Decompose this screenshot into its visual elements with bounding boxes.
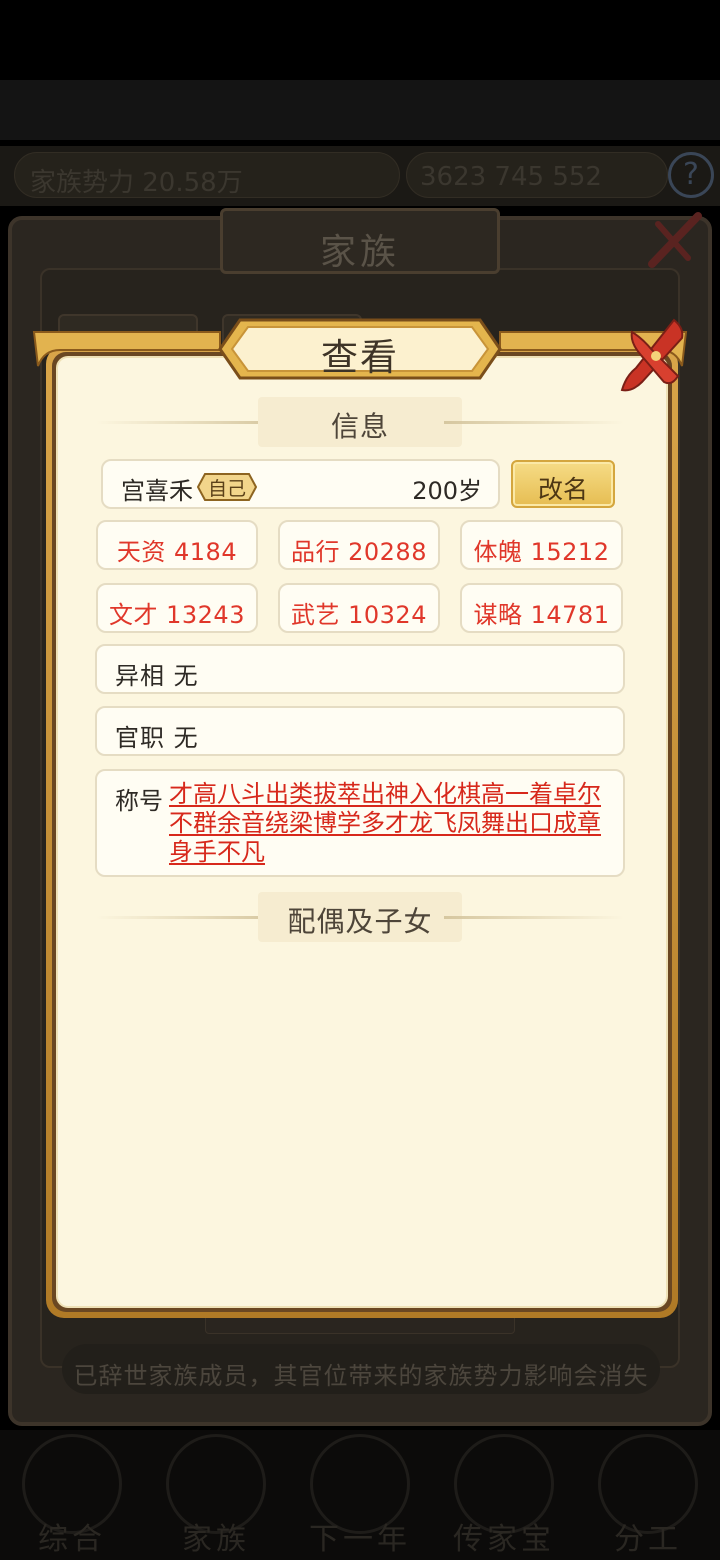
- help-icon[interactable]: ?: [668, 152, 714, 198]
- section-title-info: 信息: [330, 410, 389, 443]
- nav-item-next-year[interactable]: 下一年: [288, 1430, 432, 1560]
- title-item[interactable]: 余音绕梁: [217, 809, 313, 837]
- nav-label: 传家宝: [453, 1522, 555, 1557]
- self-tag-wrap: 自己: [197, 473, 257, 501]
- bg-close-icon: [648, 212, 702, 268]
- bg-family-power-text: 家族势力 20.58万: [30, 168, 243, 198]
- attr-label: 武艺 10324: [291, 601, 427, 629]
- section-plate: 配偶及子女: [258, 892, 462, 942]
- office-row: 官职 无: [95, 706, 625, 756]
- nav-label: 分工: [614, 1522, 682, 1557]
- rename-label: 改名: [537, 475, 588, 504]
- close-icon[interactable]: [612, 316, 692, 396]
- section-header-family: 配偶及子女: [96, 892, 624, 942]
- title-item[interactable]: 龙飞凤舞: [409, 809, 505, 837]
- title-item[interactable]: 身手不凡: [169, 838, 265, 866]
- title-item[interactable]: 才高八斗: [169, 780, 265, 808]
- dialog-title-wrap: 查看: [218, 318, 502, 380]
- title-item[interactable]: 出口成章: [505, 809, 601, 837]
- appearance-text: 异相 无: [115, 662, 199, 690]
- office-text: 官职 无: [115, 724, 199, 752]
- title-item[interactable]: 棋高一着: [457, 780, 553, 808]
- section-title-family: 配偶及子女: [287, 905, 433, 938]
- titles-label: 称号: [115, 787, 163, 815]
- section-header-info: 信息: [96, 397, 624, 447]
- nav-item-general[interactable]: 综合: [0, 1430, 144, 1560]
- attr-label: 文才 13243: [109, 601, 245, 629]
- appearance-row: 异相 无: [95, 644, 625, 694]
- divider-left: [96, 916, 276, 919]
- section-plate: 信息: [258, 397, 462, 447]
- attr-literacy: 文才 13243: [96, 583, 258, 633]
- divider-left: [96, 421, 276, 424]
- nav-label: 家族: [182, 1522, 250, 1557]
- nav-label: 综合: [38, 1522, 106, 1557]
- attr-martial: 武艺 10324: [278, 583, 440, 633]
- attr-label: 谋略 14781: [473, 601, 610, 629]
- nav-item-family[interactable]: 家族: [144, 1430, 288, 1560]
- member-age: 200岁: [412, 477, 482, 505]
- member-name-box: 宫喜禾 自己 200岁: [101, 459, 500, 509]
- attr-label: 天资 4184: [116, 538, 238, 566]
- rename-button[interactable]: 改名: [511, 460, 615, 508]
- attr-label: 体魄 15212: [473, 538, 610, 566]
- divider-right: [444, 421, 624, 424]
- bg-stats-bar: 家族势力 20.58万 3623 745 552 ?: [0, 146, 720, 206]
- nav-item-heirloom[interactable]: 传家宝: [432, 1430, 576, 1560]
- attr-conduct: 品行 20288: [278, 520, 440, 570]
- title-item[interactable]: 出类拔萃: [265, 780, 361, 808]
- self-tag: 自己: [207, 478, 246, 500]
- nav-label: 下一年: [309, 1522, 411, 1557]
- title-item[interactable]: 博学多才: [313, 809, 409, 837]
- title-item[interactable]: 出神入化: [361, 780, 457, 808]
- divider-right: [444, 916, 624, 919]
- titles-box: 称号 才高八斗出类拔萃出神入化棋高一着卓尔不群余音绕梁博学多才龙飞凤舞出口成章身…: [95, 769, 625, 877]
- attr-label: 品行 20288: [291, 538, 427, 566]
- bg-resources-text: 3623 745 552: [420, 162, 602, 192]
- member-name: 宫喜禾: [121, 477, 193, 505]
- bg-notice-text: 已辞世家族成员，其官位带来的家族势力影响会消失: [73, 1362, 649, 1390]
- bg-window-title-plate: 家族: [220, 208, 500, 274]
- nav-item-division[interactable]: 分工: [576, 1430, 720, 1560]
- dialog-title: 查看: [321, 336, 399, 379]
- titles-list: 才高八斗出类拔萃出神入化棋高一着卓尔不群余音绕梁博学多才龙飞凤舞出口成章身手不凡: [169, 780, 609, 867]
- bottom-nav: 综合 家族 下一年 传家宝 分工: [0, 1430, 720, 1560]
- bg-notice: 已辞世家族成员，其官位带来的家族势力影响会消失: [62, 1344, 660, 1394]
- attr-physique: 体魄 15212: [460, 520, 623, 570]
- bg-header: [0, 80, 720, 140]
- bg-window-title: 家族: [319, 232, 400, 273]
- attr-strategy: 谋略 14781: [460, 583, 623, 633]
- attr-talent: 天资 4184: [96, 520, 258, 570]
